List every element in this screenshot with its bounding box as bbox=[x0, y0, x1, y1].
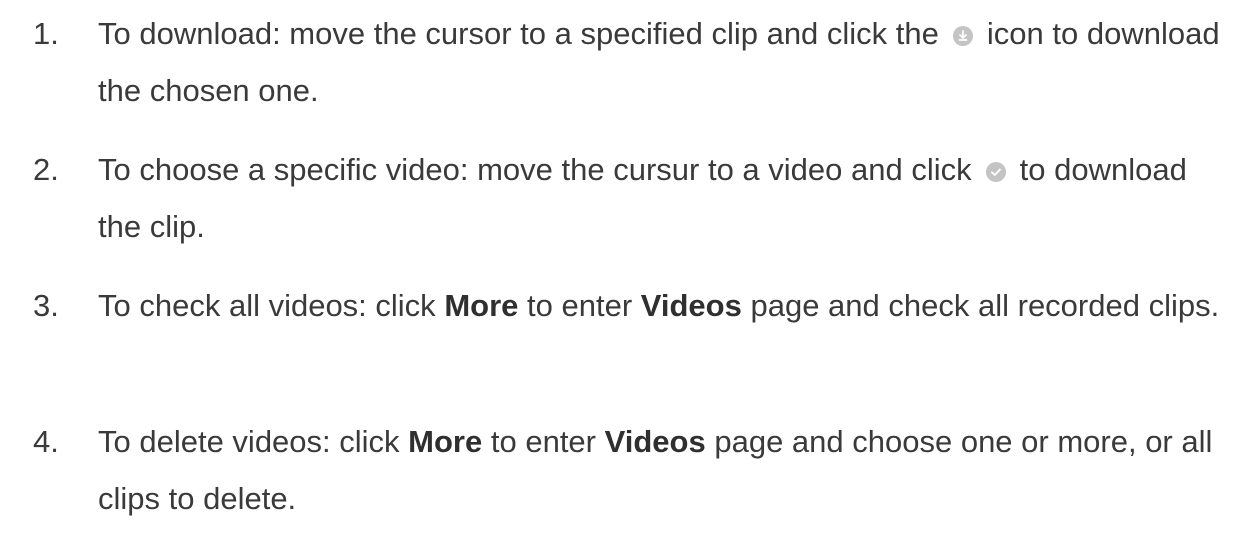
download-icon bbox=[952, 26, 973, 46]
step-text-before: To check all videos: click bbox=[98, 288, 436, 323]
step-text-before: To delete videos: click bbox=[98, 424, 400, 459]
step-number: 2. bbox=[33, 152, 59, 187]
step-number: 1. bbox=[33, 16, 59, 51]
instruction-step-download: 1. To download: move the cursor to a spe… bbox=[0, 5, 1223, 119]
check-icon bbox=[985, 162, 1006, 182]
instruction-step-check-all: 3. To check all videos: click More to en… bbox=[0, 277, 1223, 334]
step-text-before: To choose a specific video: move the cur… bbox=[98, 152, 972, 187]
videos-term: Videos bbox=[640, 288, 742, 323]
instruction-step-delete: 4. To delete videos: click More to enter… bbox=[0, 413, 1223, 527]
step-text: To choose a specific video: move the cur… bbox=[98, 141, 1223, 255]
videos-term: Videos bbox=[604, 424, 706, 459]
step-number: 4. bbox=[33, 424, 59, 459]
step-number: 3. bbox=[33, 288, 59, 323]
step-text: To download: move the cursor to a specif… bbox=[98, 5, 1223, 119]
instruction-step-choose-video: 2. To choose a specific video: move the … bbox=[0, 141, 1223, 255]
step-text-mid: to enter bbox=[490, 424, 596, 459]
step-text-mid: to enter bbox=[527, 288, 633, 323]
step-text-before: To download: move the cursor to a specif… bbox=[98, 16, 939, 51]
more-term: More bbox=[408, 424, 483, 459]
step-text-after: page and check all recorded clips. bbox=[750, 288, 1220, 323]
step-text: To check all videos: click More to enter… bbox=[98, 277, 1223, 334]
step-text: To delete videos: click More to enter Vi… bbox=[98, 413, 1223, 527]
more-term: More bbox=[444, 288, 519, 323]
